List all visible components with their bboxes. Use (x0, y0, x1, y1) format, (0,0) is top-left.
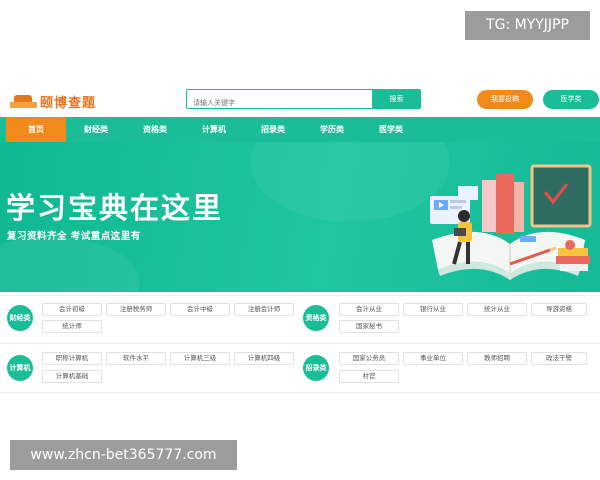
tag-accounting-junior[interactable]: 会计初级 (42, 303, 102, 316)
medical-category-button[interactable]: 医学类 (543, 90, 599, 109)
tag-cpa[interactable]: 注册会计师 (234, 303, 294, 316)
banner-subtitle: 复习资料齐全 考试重点这里有 (7, 231, 141, 242)
study-illustration (430, 164, 592, 280)
tag-tax-agent[interactable]: 注册税务师 (106, 303, 166, 316)
banner-title: 学习宝典在这里 (6, 191, 224, 225)
search-input[interactable] (187, 94, 372, 112)
tag-teacher-recruitment[interactable]: 教师招聘 (467, 352, 527, 365)
tag-civil-servant[interactable]: 国家公务员 (339, 352, 399, 365)
tag-banking-practice[interactable]: 银行从业 (403, 303, 463, 316)
tag-accounting-intermediate[interactable]: 会计中级 (170, 303, 230, 316)
hero-banner[interactable]: 学习宝典在这里 复习资料齐全 考试重点这里有 (0, 142, 600, 292)
main-nav: 首页 财经类 资格类 计算机 招录类 学历类 医学类 (0, 117, 600, 142)
watermark-top: TG: MYYJJPP (465, 11, 590, 40)
nav-item-medical[interactable]: 医学类 (365, 117, 417, 142)
tag-software-level[interactable]: 软件水平 (106, 352, 166, 365)
nav-item-qualification[interactable]: 资格类 (129, 117, 181, 142)
page: TG: MYYJJPP 颐博查题 搜索 我要投稿 医学类 首页 财经类 资格类 … (0, 0, 600, 480)
tag-computer-level4[interactable]: 计算机四级 (234, 352, 294, 365)
tag-statistician[interactable]: 统计师 (42, 320, 102, 333)
tag-statistics-practice[interactable]: 统计从业 (467, 303, 527, 316)
nav-item-recruitment[interactable]: 招录类 (247, 117, 299, 142)
tag-public-institution[interactable]: 事业单位 (403, 352, 463, 365)
tag-village-official[interactable]: 村官 (339, 370, 399, 383)
tag-title-computer[interactable]: 职称计算机 (42, 352, 102, 365)
nav-item-computer[interactable]: 计算机 (188, 117, 240, 142)
category-badge-computer[interactable]: 计算机 (7, 355, 33, 381)
nav-item-education[interactable]: 学历类 (306, 117, 358, 142)
tag-tour-guide[interactable]: 导游资格 (531, 303, 587, 316)
watermark-bottom: www.zhcn-bet365777.com (10, 440, 237, 470)
tag-computer-basics[interactable]: 计算机基础 (42, 370, 102, 383)
tag-computer-level3[interactable]: 计算机三级 (170, 352, 230, 365)
logo-icon (10, 94, 37, 109)
tag-national-secretary[interactable]: 国家秘书 (339, 320, 399, 333)
tag-police[interactable]: 政法干警 (531, 352, 587, 365)
logo-text: 颐博查题 (40, 96, 97, 111)
tag-accounting-practice[interactable]: 会计从业 (339, 303, 399, 316)
site-logo[interactable]: 颐博查题 (10, 92, 96, 111)
nav-item-home[interactable]: 首页 (6, 117, 66, 142)
nav-item-finance[interactable]: 财经类 (70, 117, 122, 142)
category-badge-qualification[interactable]: 资格类 (303, 305, 329, 331)
category-badge-finance[interactable]: 财经类 (7, 305, 33, 331)
search-button[interactable]: 搜索 (372, 89, 421, 109)
search-box (186, 89, 372, 112)
submit-article-button[interactable]: 我要投稿 (477, 90, 533, 109)
category-badge-recruitment[interactable]: 招录类 (303, 355, 329, 381)
